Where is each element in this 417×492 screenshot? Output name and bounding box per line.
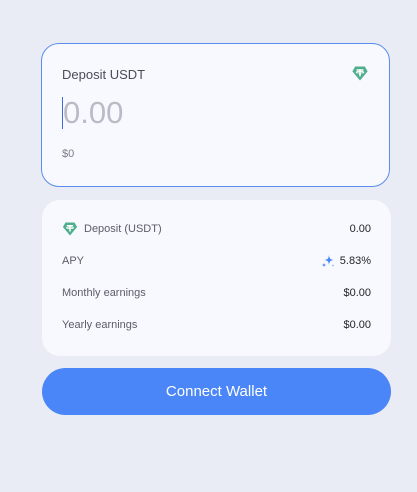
summary-row-deposit: Deposit (USDT) 0.00 [62,221,371,237]
summary-row-monthly: Monthly earnings $0.00 [62,285,371,301]
summary-label: APY [62,255,85,267]
amount-row [62,95,263,131]
summary-value: $0.00 [343,287,371,299]
sparkle-icon [320,253,336,269]
usd-value: $0 [62,148,75,160]
summary-card: Deposit (USDT) 0.00 APY 5.83% Monthly ea… [42,200,391,356]
connect-wallet-button[interactable]: Connect Wallet [42,368,391,415]
deposit-card: Deposit USDT $0 [41,43,390,187]
tether-icon [352,66,368,81]
summary-value: 0.00 [349,223,371,235]
summary-value: 5.83% [339,255,371,267]
summary-row-yearly: Yearly earnings $0.00 [62,317,371,333]
summary-label: Monthly earnings [62,287,146,299]
amount-input[interactable] [63,95,263,131]
summary-value: $0.00 [343,319,371,331]
summary-label: Yearly earnings [62,319,138,331]
summary-label: Deposit (USDT) [84,223,162,235]
tether-icon [62,222,78,236]
deposit-title: Deposit USDT [62,67,146,82]
summary-row-apy: APY 5.83% [62,253,371,269]
